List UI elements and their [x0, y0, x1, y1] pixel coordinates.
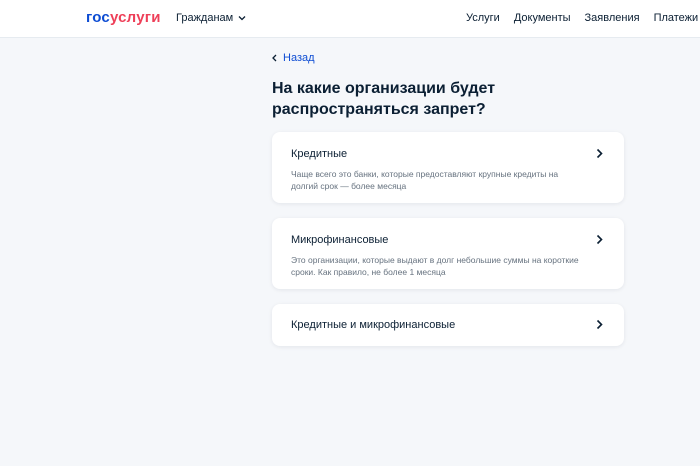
logo-part-uslugi: услуги — [109, 9, 161, 26]
chevron-down-icon — [238, 16, 246, 21]
nav-applications[interactable]: Заявления — [585, 11, 640, 25]
option-credit[interactable]: Кредитные Чаще всего это банки, которые … — [272, 132, 624, 203]
gosuslugi-logo[interactable]: госуслуги — [86, 9, 161, 27]
option-microfinance[interactable]: Микрофинансовые Это организации, которые… — [272, 218, 624, 289]
main-nav: Услуги Документы Заявления Платежи По — [466, 11, 700, 25]
page-title: На какие организации будет распространят… — [272, 80, 496, 118]
back-label: Назад — [283, 52, 315, 64]
chevron-right-icon — [596, 319, 603, 330]
chevron-left-icon — [272, 54, 277, 62]
logo-part-gos: гос — [86, 9, 110, 26]
option-title: Кредитные и микрофинансовые — [291, 319, 456, 331]
option-credit-and-microfinance[interactable]: Кредитные и микрофинансовые — [272, 304, 624, 346]
option-title: Кредитные — [291, 148, 348, 160]
nav-payments[interactable]: Платежи — [654, 11, 699, 25]
option-title: Микрофинансовые — [291, 234, 389, 246]
chevron-right-icon — [596, 234, 603, 245]
audience-label: Гражданам — [176, 12, 234, 24]
option-description: Это организации, которые выдают в долг н… — [291, 255, 579, 277]
nav-documents[interactable]: Документы — [514, 11, 571, 25]
audience-selector[interactable]: Гражданам — [176, 11, 246, 25]
back-link[interactable]: Назад — [272, 51, 315, 65]
chevron-right-icon — [596, 148, 603, 159]
top-header: госуслуги Гражданам Услуги Документы Зая… — [0, 0, 700, 38]
option-description: Чаще всего это банки, которые предоставл… — [291, 169, 559, 191]
nav-services[interactable]: Услуги — [466, 11, 500, 25]
